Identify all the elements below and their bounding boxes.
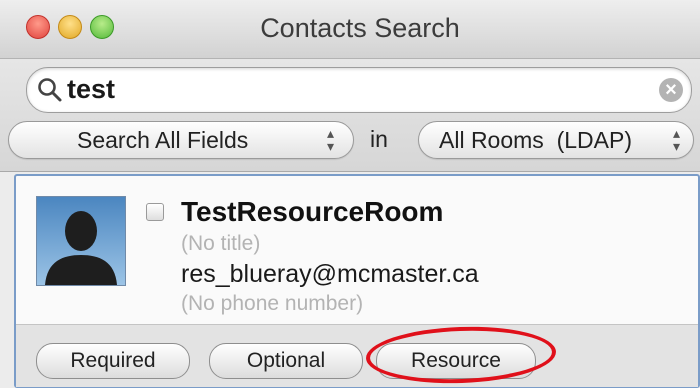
in-label: in — [370, 126, 388, 152]
contact-result-card[interactable]: TestResourceRoom (No title) res_blueray@… — [14, 174, 700, 388]
search-fields-selected: Search All Fields — [77, 127, 249, 153]
attendee-type-bar: Required Optional Resource — [16, 324, 698, 387]
required-button[interactable]: Required — [36, 343, 190, 379]
contact-phone: (No phone number) — [181, 292, 364, 315]
contact-title: (No title) — [181, 232, 261, 255]
optional-button[interactable]: Optional — [209, 343, 363, 379]
search-fields-popup[interactable]: Search All Fields ▴ ▾ — [8, 121, 354, 159]
chevron-updown-icon: ▴ ▾ — [673, 125, 681, 154]
select-contact-checkbox[interactable] — [146, 203, 164, 221]
avatar — [36, 196, 126, 286]
search-scope-popup[interactable]: All Rooms (LDAP) ▴ ▾ — [418, 121, 694, 159]
contact-email: res_blueray@mcmaster.ca — [181, 260, 479, 288]
title-bar: Contacts Search — [0, 0, 700, 59]
chevron-updown-icon: ▴ ▾ — [327, 125, 335, 154]
window-title: Contacts Search — [260, 13, 460, 43]
contact-name: TestResourceRoom — [181, 196, 444, 227]
search-icon — [38, 78, 62, 102]
clear-search-icon[interactable]: × — [659, 78, 683, 102]
search-scope-selected: All Rooms (LDAP) — [439, 127, 632, 153]
search-field[interactable]: × — [26, 67, 692, 113]
search-input[interactable] — [67, 72, 627, 106]
search-toolbar: × Search All Fields ▴▾ in All Rooms (LDA… — [0, 59, 700, 172]
person-silhouette-icon — [45, 211, 117, 285]
